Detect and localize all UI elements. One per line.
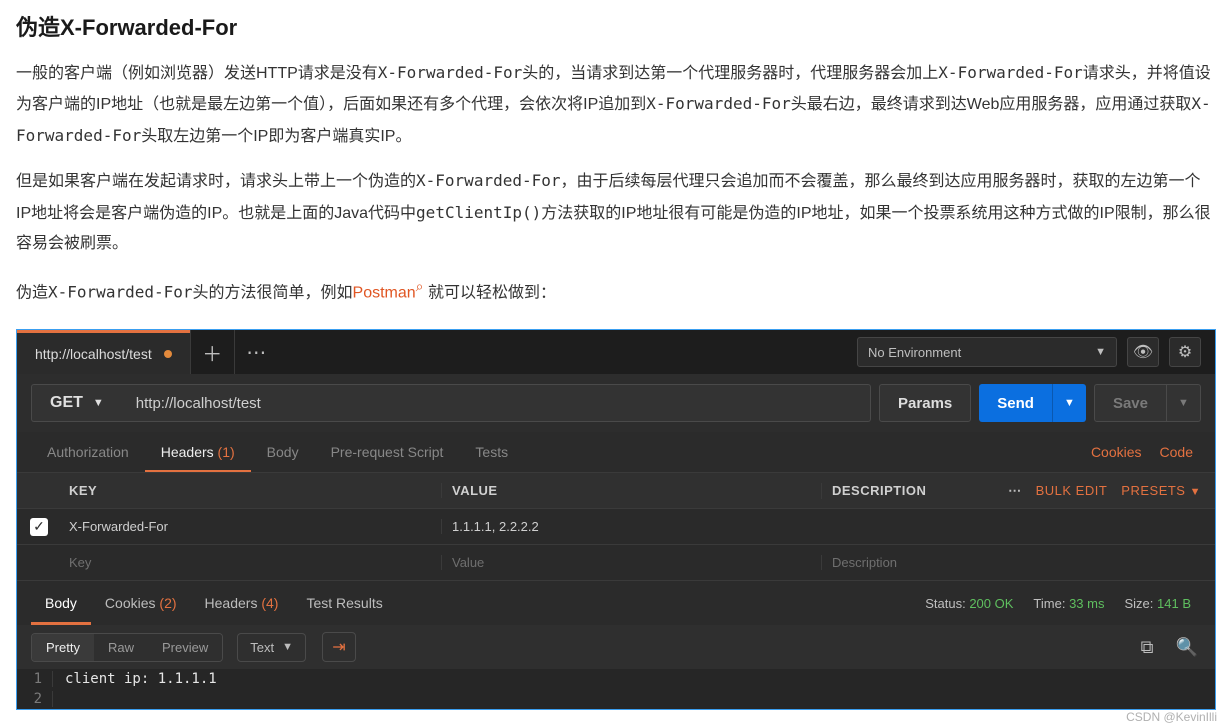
request-tab[interactable]: http://localhost/test bbox=[17, 330, 190, 374]
wrap-icon: ⇥ bbox=[332, 637, 345, 657]
view-mode-segment: Pretty Raw Preview bbox=[31, 633, 223, 662]
environment-label: No Environment bbox=[868, 345, 961, 360]
tab-title: http://localhost/test bbox=[35, 346, 152, 362]
row-checkbox[interactable]: ✓ bbox=[30, 518, 48, 536]
cookies-link[interactable]: Cookies bbox=[1091, 444, 1142, 460]
presets-dropdown[interactable]: Presets ▼ bbox=[1121, 483, 1201, 498]
table-row-empty[interactable]: Key Value Description bbox=[17, 545, 1215, 581]
resp-tab-headers[interactable]: Headers (4) bbox=[191, 581, 293, 625]
unsaved-dot-icon bbox=[164, 350, 172, 358]
content-type-select[interactable]: Text ▼ bbox=[237, 633, 306, 662]
save-dropdown[interactable]: ▼ bbox=[1167, 384, 1201, 422]
preview-env-button[interactable]: 👁 bbox=[1127, 337, 1159, 367]
resp-tab-body[interactable]: Body bbox=[31, 581, 91, 625]
response-tabs: Body Cookies (2) Headers (4) Test Result… bbox=[17, 581, 1215, 625]
http-method-select[interactable]: GET ▼ bbox=[31, 384, 122, 422]
article-p3: 伪造X-Forwarded-For头的方法很简单，例如Postman⌕ 就可以轻… bbox=[16, 273, 1215, 309]
search-button[interactable]: 🔍 bbox=[1173, 633, 1201, 661]
response-view-bar: Pretty Raw Preview Text ▼ ⇥ ⧉ 🔍 bbox=[17, 625, 1215, 669]
settings-button[interactable]: ⚙ bbox=[1169, 337, 1201, 367]
tab-headers[interactable]: Headers (1) bbox=[145, 432, 251, 472]
code-line: client ip: 1.1.1.1 bbox=[53, 671, 217, 687]
more-icon[interactable]: ⋯ bbox=[1008, 483, 1022, 499]
view-raw[interactable]: Raw bbox=[94, 634, 148, 661]
new-tab-button[interactable]: ＋ bbox=[190, 330, 234, 374]
tab-prerequest[interactable]: Pre-request Script bbox=[315, 432, 460, 472]
watermark: CSDN @KevinIlli bbox=[1126, 710, 1217, 724]
send-button[interactable]: Send bbox=[979, 384, 1052, 422]
table-header: KEY VALUE DESCRIPTION ⋯ Bulk Edit Preset… bbox=[17, 473, 1215, 509]
chevron-down-icon: ▼ bbox=[282, 641, 293, 653]
tab-tests[interactable]: Tests bbox=[459, 432, 524, 472]
send-dropdown[interactable]: ▼ bbox=[1052, 384, 1086, 422]
header-key-input[interactable]: X-Forwarded-For bbox=[61, 519, 441, 534]
code-link[interactable]: Code bbox=[1160, 444, 1193, 460]
request-row: GET ▼ http://localhost/test Params Send … bbox=[17, 374, 1215, 432]
request-subtabs: Authorization Headers (1) Body Pre-reque… bbox=[17, 432, 1215, 472]
chevron-down-icon: ▼ bbox=[1095, 346, 1106, 358]
copy-icon: ⧉ bbox=[1141, 637, 1154, 658]
line-number: 1 bbox=[17, 671, 53, 687]
save-button[interactable]: Save bbox=[1094, 384, 1167, 422]
gear-icon: ⚙ bbox=[1178, 342, 1192, 362]
copy-button[interactable]: ⧉ bbox=[1133, 633, 1161, 661]
size-label: Size: bbox=[1124, 596, 1153, 611]
method-label: GET bbox=[50, 394, 83, 412]
header-value-placeholder[interactable]: Value bbox=[441, 555, 821, 570]
bulk-edit-link[interactable]: Bulk Edit bbox=[1036, 483, 1108, 498]
resp-tab-cookies[interactable]: Cookies (2) bbox=[91, 581, 191, 625]
chevron-down-icon: ▼ bbox=[1190, 486, 1201, 498]
wrap-toggle[interactable]: ⇥ bbox=[322, 632, 356, 662]
article-p2: 但是如果客户端在发起请求时，请求头上带上一个伪造的X-Forwarded-For… bbox=[16, 166, 1215, 259]
time-label: Time: bbox=[1033, 596, 1065, 611]
status-label: Status: bbox=[925, 596, 965, 611]
header-desc-placeholder[interactable]: Description bbox=[821, 555, 1215, 570]
tab-authorization[interactable]: Authorization bbox=[31, 432, 145, 472]
table-row[interactable]: ✓ X-Forwarded-For 1.1.1.1, 2.2.2.2 bbox=[17, 509, 1215, 545]
view-pretty[interactable]: Pretty bbox=[32, 634, 94, 661]
environment-select[interactable]: No Environment ▼ bbox=[857, 337, 1117, 367]
eye-icon: 👁 bbox=[1133, 342, 1153, 362]
content-type-label: Text bbox=[250, 640, 274, 655]
chevron-down-icon: ▼ bbox=[1064, 397, 1075, 409]
size-value: 141 B bbox=[1157, 596, 1191, 611]
url-input[interactable]: http://localhost/test bbox=[122, 384, 871, 422]
chevron-down-icon: ▼ bbox=[93, 397, 104, 409]
col-description: DESCRIPTION bbox=[832, 483, 926, 498]
resp-tab-tests[interactable]: Test Results bbox=[292, 581, 396, 625]
col-key: KEY bbox=[61, 483, 441, 498]
line-number: 2 bbox=[17, 691, 53, 707]
tab-options-button[interactable]: ⋯ bbox=[234, 330, 278, 374]
header-value-input[interactable]: 1.1.1.1, 2.2.2.2 bbox=[441, 519, 821, 534]
postman-link[interactable]: Postman bbox=[353, 285, 416, 302]
tab-body[interactable]: Body bbox=[251, 432, 315, 472]
response-body[interactable]: 1client ip: 1.1.1.1 2 bbox=[17, 669, 1215, 709]
tab-bar: http://localhost/test ＋ ⋯ No Environment… bbox=[17, 330, 1215, 374]
header-key-placeholder[interactable]: Key bbox=[61, 555, 441, 570]
headers-table: KEY VALUE DESCRIPTION ⋯ Bulk Edit Preset… bbox=[17, 472, 1215, 581]
external-link-icon: ⌕ bbox=[416, 278, 424, 294]
view-preview[interactable]: Preview bbox=[148, 634, 222, 661]
search-icon: 🔍 bbox=[1176, 637, 1198, 658]
article-heading: 伪造X-Forwarded-For bbox=[16, 10, 1215, 42]
params-button[interactable]: Params bbox=[879, 384, 971, 422]
article-p1: 一般的客户端（例如浏览器）发送HTTP请求是没有X-Forwarded-For头… bbox=[16, 58, 1215, 152]
time-value: 33 ms bbox=[1069, 596, 1104, 611]
status-value: 200 OK bbox=[969, 596, 1013, 611]
postman-screenshot: http://localhost/test ＋ ⋯ No Environment… bbox=[16, 329, 1216, 710]
chevron-down-icon: ▼ bbox=[1178, 397, 1189, 409]
col-value: VALUE bbox=[441, 483, 821, 498]
